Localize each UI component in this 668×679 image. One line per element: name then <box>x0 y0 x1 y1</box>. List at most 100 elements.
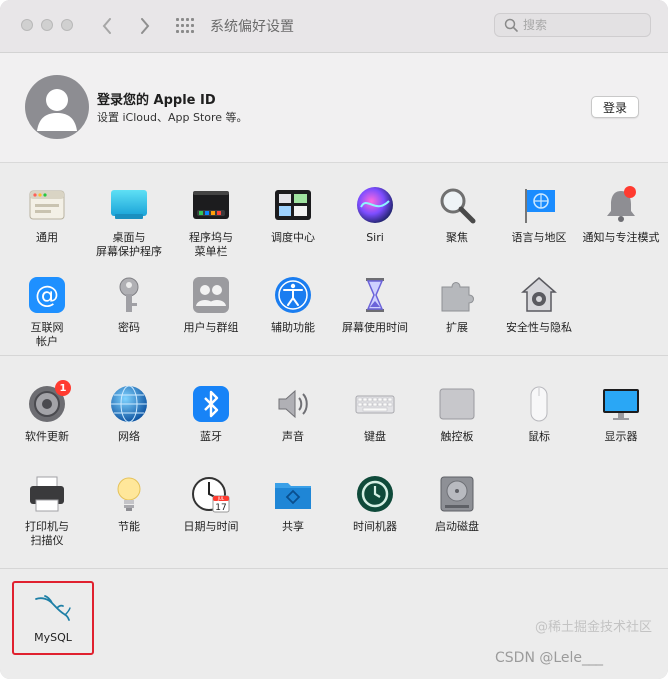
zoom-window-button[interactable] <box>61 19 73 31</box>
avatar[interactable] <box>25 75 89 139</box>
login-button[interactable]: 登录 <box>591 96 639 118</box>
pane-label: 共享 <box>282 520 304 533</box>
pane-label: 网络 <box>118 430 140 443</box>
chevron-left-icon <box>102 18 111 34</box>
window-title: 系统偏好设置 <box>210 19 294 35</box>
pane-label: 键盘 <box>364 430 386 443</box>
pane-startup-disk[interactable]: 启动磁盘 <box>416 474 498 534</box>
mysql-dolphin-icon <box>35 595 71 621</box>
screen-time-icon <box>366 278 384 312</box>
pane-label: 蓝牙 <box>200 430 222 443</box>
pane-extensions[interactable]: 扩展 <box>416 275 498 335</box>
pane-dock-menubar[interactable]: 程序坞与 菜单栏 <box>170 185 252 259</box>
pane-label: 通用 <box>36 231 58 244</box>
calendar-month: JUL <box>217 496 225 501</box>
pane-label: 调度中心 <box>271 231 315 244</box>
pane-notifications[interactable]: 通知与专注模式 <box>580 185 662 245</box>
pane-label: 用户与群组 <box>183 321 239 334</box>
pane-software-update[interactable]: 1 软件更新 <box>6 380 88 444</box>
pane-label: 打印机与 扫描仪 <box>25 520 69 547</box>
pane-label: 语言与地区 <box>511 231 567 244</box>
pane-sound[interactable]: 声音 <box>252 384 334 444</box>
svg-text:@: @ <box>35 281 59 309</box>
pane-desktop-screensaver[interactable]: 桌面与 屏幕保护程序 <box>88 185 170 259</box>
pane-label: 软件更新 <box>25 430 69 443</box>
pane-passwords[interactable]: 密码 <box>88 275 170 335</box>
spotlight-icon <box>440 188 476 224</box>
pane-accessibility[interactable]: 辅助功能 <box>252 275 334 335</box>
trackpad-icon <box>439 388 475 420</box>
displays-icon <box>603 389 639 420</box>
search-field[interactable] <box>494 13 651 37</box>
sound-icon <box>278 389 308 419</box>
security-privacy-icon <box>521 277 557 312</box>
desktop-screensaver-icon <box>111 190 147 219</box>
pane-siri[interactable]: Siri <box>334 185 416 245</box>
pane-printers-scanners[interactable]: 打印机与 扫描仪 <box>6 474 88 548</box>
pane-spotlight[interactable]: 聚焦 <box>416 185 498 245</box>
apple-id-banner: 登录您的 Apple ID 设置 iCloud、App Store 等。 登录 <box>0 53 668 163</box>
pane-label: 触控板 <box>440 430 474 443</box>
sharing-icon <box>275 483 311 509</box>
pane-energy-saver[interactable]: 节能 <box>88 474 170 534</box>
apple-id-title: 登录您的 Apple ID <box>97 93 216 108</box>
siri-icon <box>357 187 393 223</box>
pane-label: 日期与时间 <box>183 520 239 533</box>
pane-displays[interactable]: 显示器 <box>580 384 662 444</box>
pane-label: 聚焦 <box>446 231 468 244</box>
pane-trackpad[interactable]: 触控板 <box>416 384 498 444</box>
printers-scanners-icon <box>30 476 64 512</box>
pane-time-machine[interactable]: 时间机器 <box>334 474 416 534</box>
minimize-window-button[interactable] <box>41 19 53 31</box>
show-all-grid-icon[interactable] <box>176 18 194 34</box>
internet-accounts-icon: @ <box>29 277 65 313</box>
system-preferences-window: 系统偏好设置 登录您的 Apple ID 设置 iCloud、App Store… <box>0 0 668 679</box>
language-region-icon <box>525 189 555 223</box>
pane-language-region[interactable]: 语言与地区 <box>498 185 580 245</box>
search-icon <box>504 18 518 32</box>
time-machine-icon <box>357 476 393 512</box>
forward-button[interactable] <box>132 13 158 39</box>
mission-control-icon <box>275 190 311 220</box>
pane-mouse[interactable]: 鼠标 <box>498 384 580 444</box>
general-icon <box>29 190 65 220</box>
pane-users-groups[interactable]: 用户与群组 <box>170 275 252 335</box>
pane-internet-accounts[interactable]: @ 互联网 帐户 <box>6 275 88 349</box>
bluetooth-icon <box>193 386 229 422</box>
pane-date-time[interactable]: JUL 17 日期与时间 <box>170 474 252 534</box>
pane-keyboard[interactable]: 键盘 <box>334 384 416 444</box>
pane-security-privacy[interactable]: 安全性与隐私 <box>498 275 580 335</box>
pane-screen-time[interactable]: 屏幕使用时间 <box>334 275 416 335</box>
pane-bluetooth[interactable]: 蓝牙 <box>170 384 252 444</box>
passwords-icon <box>119 277 139 312</box>
user-silhouette-icon <box>37 89 77 131</box>
pane-general[interactable]: 通用 <box>6 185 88 245</box>
pane-label: 互联网 帐户 <box>30 321 64 348</box>
pane-label: 鼠标 <box>528 430 550 443</box>
pane-label: 显示器 <box>604 430 638 443</box>
network-icon <box>111 385 147 423</box>
date-time-icon: JUL 17 <box>192 477 230 513</box>
search-input[interactable] <box>523 14 643 36</box>
pane-label: 桌面与 屏幕保护程序 <box>96 231 162 258</box>
pane-label: 程序坞与 菜单栏 <box>189 231 233 258</box>
pane-label: MySQL <box>34 631 72 644</box>
preferences-section-personal: 通用 桌面与 屏幕保护程序 程序坞与 菜单栏 调度中心 Siri 聚焦 语言与地… <box>0 163 668 356</box>
pane-sharing[interactable]: 共享 <box>252 474 334 534</box>
pane-network[interactable]: 网络 <box>88 384 170 444</box>
back-button[interactable] <box>94 13 120 39</box>
pane-label: 节能 <box>118 520 140 533</box>
notifications-icon <box>607 186 636 222</box>
pane-mission-control[interactable]: 调度中心 <box>252 185 334 245</box>
pane-mysql[interactable]: MySQL <box>12 581 94 655</box>
chevron-right-icon <box>141 18 150 34</box>
title-bar: 系统偏好设置 <box>0 0 668 53</box>
users-groups-icon <box>193 277 229 313</box>
pane-label: 启动磁盘 <box>435 520 479 533</box>
pane-label: 屏幕使用时间 <box>342 321 408 334</box>
energy-saver-icon <box>117 477 141 511</box>
accessibility-icon <box>275 277 311 313</box>
pane-label: Siri <box>366 231 384 244</box>
close-window-button[interactable] <box>21 19 33 31</box>
pane-label: 辅助功能 <box>271 321 315 334</box>
